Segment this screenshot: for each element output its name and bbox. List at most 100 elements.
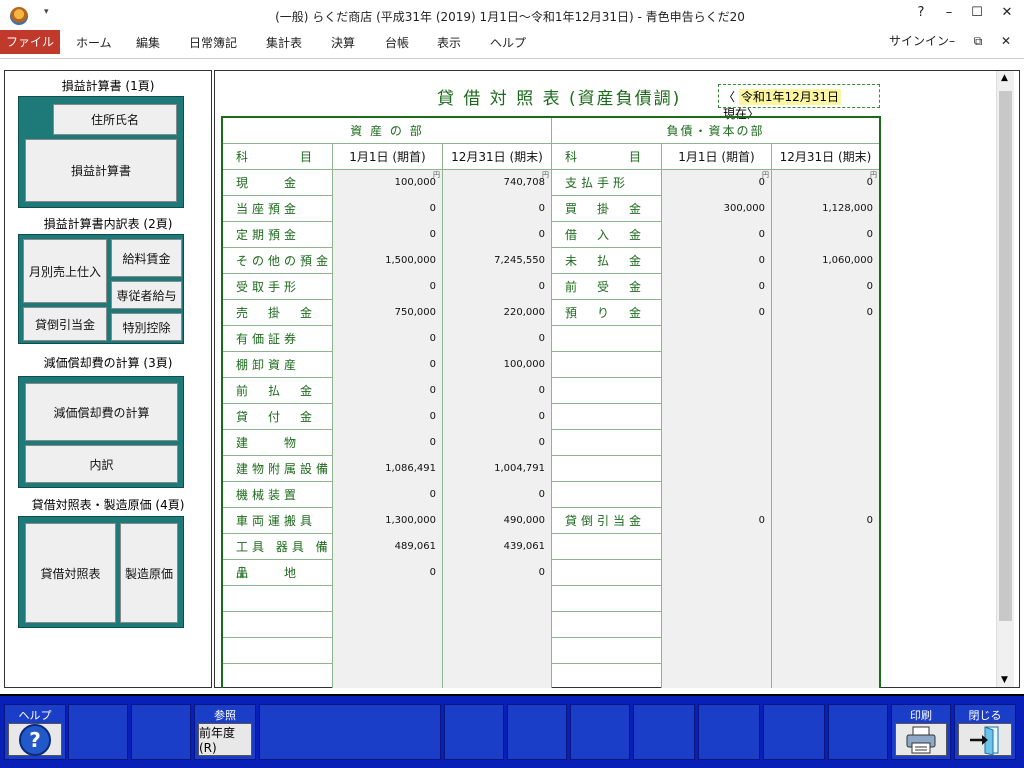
liability-start-value[interactable] [662, 404, 772, 430]
asset-end-value[interactable] [443, 586, 552, 612]
maximize-button[interactable]: ☐ [966, 5, 988, 20]
fkey-help[interactable]: ヘルプ ? [4, 704, 66, 760]
asset-start-value[interactable]: 0 [333, 404, 443, 430]
asset-start-value[interactable]: 0 [333, 352, 443, 378]
liability-end-value[interactable]: 0 [772, 274, 879, 300]
liability-start-value[interactable] [662, 612, 772, 638]
liability-end-value[interactable] [772, 404, 879, 430]
menu-closing[interactable]: 決算 [331, 34, 355, 51]
menu-edit[interactable]: 編集 [136, 34, 160, 51]
asset-end-value[interactable]: 0 [443, 404, 552, 430]
asset-start-value[interactable]: 0 [333, 482, 443, 508]
asset-start-value[interactable]: 0 [333, 560, 443, 586]
liability-start-value[interactable]: 0 [662, 222, 772, 248]
asset-end-value[interactable] [443, 612, 552, 638]
monthly-sales-button[interactable]: 月別売上仕入 [23, 239, 107, 303]
depreciation-detail-button[interactable]: 内訳 [25, 445, 178, 483]
balance-sheet-button[interactable]: 貸借対照表 [25, 523, 116, 623]
liability-start-value[interactable] [662, 326, 772, 352]
liability-start-value[interactable] [662, 456, 772, 482]
liability-end-value[interactable] [772, 612, 879, 638]
liability-start-value[interactable] [662, 482, 772, 508]
liability-end-value[interactable] [772, 560, 879, 586]
scroll-down-icon[interactable]: ▼ [1001, 675, 1008, 685]
depreciation-button[interactable]: 減価償却費の計算 [25, 383, 178, 441]
liability-end-value[interactable] [772, 326, 879, 352]
asset-end-value[interactable]: 100,000 [443, 352, 552, 378]
asset-start-value[interactable]: 0 [333, 196, 443, 222]
fkey-empty-2[interactable] [131, 704, 191, 760]
liability-end-value[interactable]: 0 [772, 508, 879, 534]
fkey-empty-9[interactable] [763, 704, 825, 760]
asset-end-value[interactable]: 490,000 [443, 508, 552, 534]
asset-end-value[interactable]: 0 [443, 560, 552, 586]
liability-end-value[interactable] [772, 352, 879, 378]
asset-end-value[interactable]: 0 [443, 430, 552, 456]
doc-restore-button[interactable]: ⧉ [968, 34, 988, 49]
asset-end-value[interactable]: 1,004,791 [443, 456, 552, 482]
asset-start-value[interactable] [333, 664, 443, 688]
liability-start-value[interactable] [662, 534, 772, 560]
doc-close-button[interactable]: ✕ [996, 34, 1016, 48]
signin-link[interactable]: サインイン [889, 32, 949, 49]
fkey-empty-5[interactable] [507, 704, 567, 760]
fkey-empty-1[interactable] [68, 704, 128, 760]
asset-start-value[interactable]: 0 [333, 222, 443, 248]
family-employee-button[interactable]: 専従者給与 [111, 281, 182, 309]
fkey-print[interactable]: 印刷 [891, 704, 951, 760]
asset-end-value[interactable]: 7,245,550 [443, 248, 552, 274]
fkey-empty-10[interactable] [828, 704, 888, 760]
liability-start-value[interactable] [662, 560, 772, 586]
asset-start-value[interactable]: 489,061 [333, 534, 443, 560]
close-window-button[interactable]: ✕ [996, 5, 1018, 20]
asset-end-value[interactable] [443, 638, 552, 664]
liability-start-value[interactable]: 0 [662, 274, 772, 300]
asset-start-value[interactable]: 1,300,000 [333, 508, 443, 534]
asset-end-value[interactable]: 0 [443, 274, 552, 300]
asset-end-value[interactable]: 0 [443, 378, 552, 404]
doc-minimize-button[interactable]: – [942, 34, 962, 48]
quick-access-dropdown-icon[interactable]: ▾ [44, 7, 49, 17]
asset-start-value[interactable] [333, 586, 443, 612]
close-button[interactable] [958, 723, 1012, 756]
scroll-thumb[interactable] [999, 91, 1012, 621]
asset-end-value[interactable] [443, 664, 552, 688]
liability-end-value[interactable] [772, 586, 879, 612]
menu-daily-books[interactable]: 日常簿記 [189, 34, 237, 51]
previous-year-button[interactable]: 前年度(R) [198, 723, 252, 756]
asset-end-value[interactable]: 0 [443, 196, 552, 222]
special-deduction-button[interactable]: 特別控除 [111, 313, 182, 341]
asset-start-value[interactable]: 0 [333, 378, 443, 404]
salary-button[interactable]: 給料賃金 [111, 239, 182, 277]
fkey-reference[interactable]: 参照 前年度(R) [194, 704, 256, 760]
liability-end-value[interactable]: 1,128,000 [772, 196, 879, 222]
liability-start-value[interactable]: 0 [662, 300, 772, 326]
liability-end-value[interactable] [772, 456, 879, 482]
liability-start-value[interactable]: 300,000 [662, 196, 772, 222]
liability-end-value[interactable]: 1,060,000 [772, 248, 879, 274]
asset-start-value[interactable]: 0 [333, 430, 443, 456]
menu-view[interactable]: 表示 [437, 34, 461, 51]
liability-end-value[interactable] [772, 482, 879, 508]
liability-end-value[interactable] [772, 378, 879, 404]
asset-start-value[interactable]: 1,086,491 [333, 456, 443, 482]
asset-start-value[interactable]: 750,000 [333, 300, 443, 326]
asset-end-value[interactable]: 220,000 [443, 300, 552, 326]
fkey-empty-4[interactable] [444, 704, 504, 760]
menu-help[interactable]: ヘルプ [490, 34, 526, 51]
asset-end-value[interactable]: 740,708 円 [443, 170, 552, 196]
fkey-empty-8[interactable] [698, 704, 760, 760]
liability-start-value[interactable] [662, 638, 772, 664]
liability-end-value[interactable]: 0 [772, 222, 879, 248]
menu-file[interactable]: ファイル [0, 30, 60, 54]
liability-end-value[interactable] [772, 638, 879, 664]
fkey-empty-7[interactable] [633, 704, 695, 760]
liability-end-value[interactable] [772, 430, 879, 456]
scroll-up-icon[interactable]: ▲ [1001, 73, 1008, 83]
address-button[interactable]: 住所氏名 [53, 104, 177, 135]
liability-end-value[interactable] [772, 664, 879, 688]
liability-start-value[interactable] [662, 664, 772, 688]
asset-end-value[interactable]: 0 [443, 326, 552, 352]
liability-start-value[interactable] [662, 378, 772, 404]
pl-statement-button[interactable]: 損益計算書 [25, 139, 177, 202]
